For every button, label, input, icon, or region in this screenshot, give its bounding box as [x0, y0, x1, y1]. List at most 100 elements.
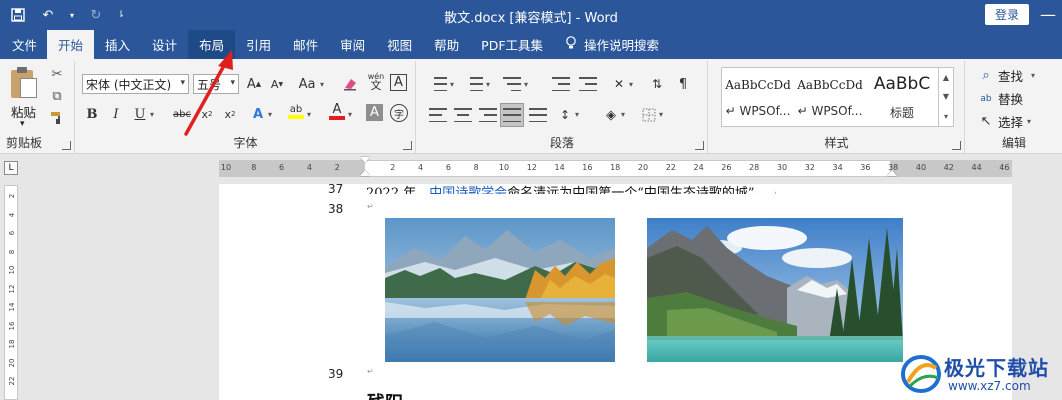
- multilevel-dropdown-icon[interactable]: ▾: [524, 80, 528, 89]
- styles-scroll[interactable]: ▲ ▼ ▾: [939, 67, 954, 127]
- hyperlink[interactable]: 中国诗歌学会: [429, 186, 507, 194]
- scroll-down-icon[interactable]: ▼: [943, 92, 949, 101]
- show-marks-icon[interactable]: ¶: [673, 74, 693, 94]
- more-styles-icon[interactable]: ▾: [944, 112, 948, 121]
- tab-insert[interactable]: 插入: [94, 30, 141, 59]
- tab-selector[interactable]: L: [4, 161, 18, 175]
- clear-formatting-icon[interactable]: [340, 74, 360, 94]
- distributed-icon[interactable]: [529, 108, 547, 122]
- tab-view[interactable]: 视图: [376, 30, 423, 59]
- align-center-icon[interactable]: [454, 108, 472, 122]
- format-painter-icon[interactable]: [49, 111, 65, 127]
- ribbon-tabs: 文件 开始 插入 设计 布局 引用 邮件 审阅 视图 帮助 PDF工具集 操作说…: [0, 30, 1062, 59]
- character-border-button[interactable]: A: [390, 74, 407, 91]
- superscript-button[interactable]: x2: [220, 104, 240, 124]
- align-right-icon[interactable]: [479, 108, 497, 122]
- bullets-dropdown-icon[interactable]: ▾: [450, 80, 454, 89]
- phonetic-guide-button[interactable]: wén 文: [366, 71, 386, 91]
- font-name-select[interactable]: 宋体 (中文正文) ▾: [82, 74, 189, 94]
- paste-icon[interactable]: [8, 67, 38, 99]
- font-color-dropdown-icon[interactable]: ▾: [348, 110, 352, 119]
- horizontal-ruler[interactable]: 10 8 6 4 2 2 4 6 8 10 12 14 16 18 20 22 24 26 28 30 32 34 36 38…: [219, 157, 1012, 177]
- tab-pdf-tools[interactable]: PDF工具集: [470, 30, 554, 59]
- tab-help[interactable]: 帮助: [423, 30, 470, 59]
- paragraph-launcher-icon[interactable]: [695, 141, 704, 150]
- style-item-normal[interactable]: AaBbCcDd ↵ WPSOf...: [722, 68, 794, 126]
- tab-home[interactable]: 开始: [47, 30, 95, 59]
- subscript-button[interactable]: x2: [197, 104, 217, 124]
- chinese-layout-icon[interactable]: ✕: [609, 74, 629, 94]
- document-page[interactable]: 37 2022 年，中国诗歌学会命名清远为中国第一个“中国生态诗歌的城”。↵ 3…: [219, 182, 1012, 400]
- character-shading-button[interactable]: A: [366, 104, 383, 121]
- font-color-button[interactable]: A: [327, 101, 347, 121]
- numbering-icon[interactable]: [465, 77, 483, 91]
- minimize-button[interactable]: —: [1040, 5, 1056, 24]
- select-button[interactable]: ↖ 选择 ▾: [978, 112, 1031, 131]
- scroll-up-icon[interactable]: ▲: [943, 73, 949, 82]
- bullets-icon[interactable]: [429, 77, 447, 91]
- styles-gallery: AaBbCcDd ↵ WPSOf... AaBbCcDd ↵ WPSOf... …: [721, 67, 939, 127]
- line-spacing-icon[interactable]: ↕: [555, 105, 575, 125]
- font-size-select[interactable]: 五号 ▾: [193, 74, 239, 94]
- italic-button[interactable]: I: [106, 104, 126, 124]
- font-launcher-icon[interactable]: [403, 141, 412, 150]
- style-name: ↵ WPSOf...: [725, 104, 791, 118]
- increase-indent-icon[interactable]: [579, 77, 597, 91]
- tab-review[interactable]: 审阅: [329, 30, 376, 59]
- multilevel-list-icon[interactable]: [503, 77, 521, 91]
- ruler-tick-label: 16: [582, 163, 593, 172]
- change-case-dropdown-icon[interactable]: ▾: [320, 80, 324, 89]
- mountain-lake-image[interactable]: [647, 218, 903, 362]
- paragraph-mark: ↵: [367, 202, 374, 211]
- decrease-indent-icon[interactable]: [552, 77, 570, 91]
- shrink-font-button[interactable]: A ▼: [267, 74, 287, 94]
- style-item-title[interactable]: AaBbC 标题: [866, 68, 938, 126]
- strikethrough-button[interactable]: abc: [170, 104, 194, 124]
- text-effects-button[interactable]: A: [248, 104, 268, 124]
- select-dropdown-icon[interactable]: ▾: [1027, 117, 1031, 126]
- clipboard-launcher-icon[interactable]: [62, 141, 71, 150]
- tab-design[interactable]: 设计: [141, 30, 188, 59]
- tab-layout[interactable]: 布局: [188, 30, 236, 59]
- copy-icon[interactable]: ⧉: [49, 89, 65, 105]
- replace-button[interactable]: ab 替换: [978, 89, 1023, 108]
- find-button[interactable]: ⌕ 查找 ▾: [978, 66, 1035, 85]
- login-button[interactable]: 登录: [985, 4, 1029, 25]
- bold-button[interactable]: B: [82, 104, 102, 124]
- lake-autumn-image[interactable]: [385, 218, 615, 362]
- shading-dropdown-icon[interactable]: ▾: [621, 110, 625, 119]
- tab-mailings[interactable]: 邮件: [282, 30, 329, 59]
- borders-dropdown-icon[interactable]: ▾: [659, 110, 663, 119]
- cut-icon[interactable]: ✂: [49, 67, 65, 83]
- underline-dropdown-icon[interactable]: ▾: [150, 110, 154, 119]
- align-left-icon[interactable]: [429, 108, 447, 122]
- chinese-layout-dropdown-icon[interactable]: ▾: [629, 80, 633, 89]
- vruler-tick-label: 2: [8, 193, 16, 199]
- first-line-indent-marker[interactable]: [360, 157, 370, 163]
- find-dropdown-icon[interactable]: ▾: [1031, 71, 1035, 80]
- highlight-dropdown-icon[interactable]: ▾: [307, 110, 311, 119]
- grow-font-button[interactable]: A ▲: [244, 74, 264, 94]
- enclose-characters-button[interactable]: 字: [390, 104, 408, 122]
- justify-button[interactable]: [500, 103, 524, 127]
- style-sample: AaBbCcDd: [725, 78, 791, 92]
- hanging-indent-marker[interactable]: [360, 170, 370, 176]
- shading-icon[interactable]: ◈: [601, 105, 621, 125]
- paragraph-line-37[interactable]: 2022 年，中国诗歌学会命名清远为中国第一个“中国生态诗歌的城”。↵: [366, 182, 777, 194]
- vertical-ruler[interactable]: 2 4 6 8 10 12 14 16 18 20 22: [4, 185, 18, 400]
- style-item-no-spacing[interactable]: AaBbCcDd ↵ WPSOf...: [794, 68, 866, 126]
- tab-references[interactable]: 引用: [235, 30, 282, 59]
- styles-launcher-icon[interactable]: [952, 141, 961, 150]
- underline-button[interactable]: U: [130, 104, 150, 124]
- highlight-button[interactable]: ab: [286, 101, 306, 121]
- tell-me-search[interactable]: 操作说明搜索: [554, 30, 670, 59]
- line-spacing-dropdown-icon[interactable]: ▾: [575, 110, 579, 119]
- sort-icon[interactable]: ⇅: [647, 74, 667, 94]
- ruler-tick-label: 20: [637, 163, 649, 172]
- numbering-dropdown-icon[interactable]: ▾: [486, 80, 490, 89]
- tab-file[interactable]: 文件: [2, 30, 47, 59]
- change-case-button[interactable]: Aa: [294, 74, 320, 94]
- borders-icon[interactable]: [639, 105, 659, 125]
- paste-dropdown-icon[interactable]: ▾: [20, 119, 25, 129]
- text-effects-dropdown-icon[interactable]: ▾: [268, 110, 272, 119]
